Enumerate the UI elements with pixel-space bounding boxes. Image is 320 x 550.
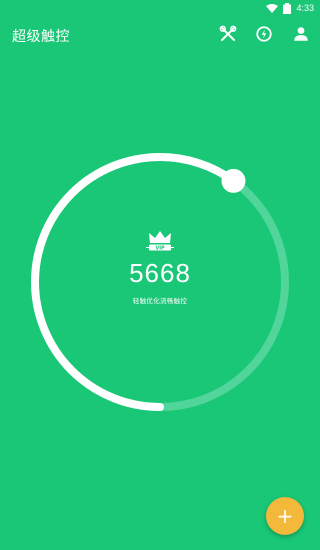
plus-icon: + bbox=[276, 504, 294, 528]
gauge-subtitle: 轻触优化流畅触控 bbox=[132, 297, 188, 305]
score-value: 5668 bbox=[129, 258, 191, 288]
crown-icon: VIP bbox=[146, 231, 174, 251]
gauge-knob bbox=[221, 168, 246, 193]
vip-badge-text: VIP bbox=[155, 245, 164, 251]
gauge-center: VIP 5668 轻触优化流畅触控 bbox=[60, 230, 260, 305]
add-button[interactable]: + bbox=[266, 497, 304, 535]
